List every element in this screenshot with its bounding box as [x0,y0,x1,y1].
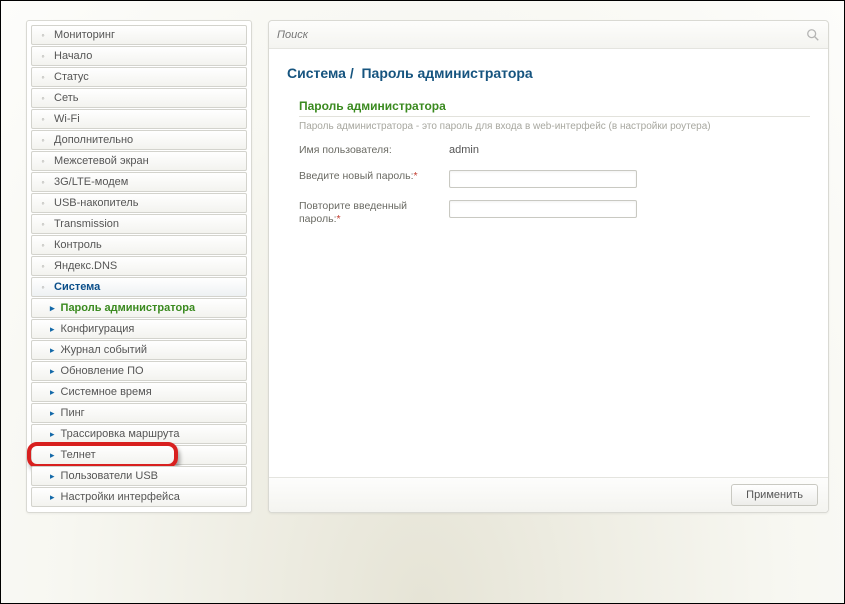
bullet-icon: ◦ [38,261,48,271]
sidebar-subitem-label: Пинг [61,407,85,419]
confirm-label: Повторите введенный пароль:* [299,200,449,227]
sidebar-item-label: 3G/LTE-модем [54,176,128,188]
sidebar-item[interactable]: ◦ Transmission [31,214,247,234]
section-title: Пароль администратора [299,99,810,117]
search-icon [806,28,820,42]
caret-right-icon: ▸ [50,492,55,503]
sidebar-subitem[interactable]: ▸ Конфигурация [31,319,247,339]
caret-right-icon: ▸ [50,471,55,482]
sidebar-item[interactable]: ◦ Контроль [31,235,247,255]
caret-right-icon: ▸ [50,450,55,461]
caret-right-icon: ▸ [50,345,55,356]
bullet-icon: ◦ [38,30,48,40]
sidebar-subitem-label: Пользователи USB [61,470,158,482]
row-newpass: Введите новый пароль:* [299,170,810,188]
sidebar-subitem[interactable]: ▸ Системное время [31,382,247,402]
sidebar-item[interactable]: ◦ Начало [31,46,247,66]
sidebar-subitem[interactable]: ▸ Пользователи USB [31,466,247,486]
sidebar: ◦ Мониторинг ◦ Начало ◦ Статус ◦ Сеть ◦ Wi-Fi ◦ Доп… [26,20,252,513]
sidebar-item[interactable]: ◦ 3G/LTE-модем [31,172,247,192]
sidebar-subitem-label: Настройки интерфейса [61,491,180,503]
breadcrumb-sep: / [350,65,354,81]
sidebar-item-label: Дополнительно [54,134,133,146]
row-confirm: Повторите введенный пароль:* [299,200,810,227]
username-label: Имя пользователя: [299,144,449,158]
caret-right-icon: ▸ [50,429,55,440]
sidebar-subitem[interactable]: ▸ Обновление ПО [31,361,247,381]
sidebar-item[interactable]: ◦ Статус [31,67,247,87]
caret-right-icon: ▸ [50,303,55,314]
bullet-icon: ◦ [38,198,48,208]
caret-right-icon: ▸ [50,387,55,398]
sidebar-subitem[interactable]: ▸ Телнет [31,445,247,465]
sidebar-subitem[interactable]: ▸ Журнал событий [31,340,247,360]
sidebar-item-label: Межсетевой экран [54,155,149,167]
bullet-icon: ◦ [38,51,48,61]
sidebar-item-label: Контроль [54,239,102,251]
bullet-icon: ◦ [38,282,48,292]
caret-right-icon: ▸ [50,324,55,335]
bullet-icon: ◦ [38,135,48,145]
section-desc: Пароль администратора - это пароль для в… [299,121,810,132]
sidebar-item[interactable]: ◦ Сеть [31,88,247,108]
sidebar-item-label: Яндекс.DNS [54,260,117,272]
sidebar-item[interactable]: ◦ Система [31,277,247,297]
breadcrumb: Система / Пароль администратора [287,65,810,81]
breadcrumb-section: Система [287,65,346,81]
panel-footer: Применить [269,477,828,512]
sidebar-item[interactable]: ◦ USB-накопитель [31,193,247,213]
sidebar-item-label: Система [54,281,100,293]
sidebar-subitem[interactable]: ▸ Трассировка маршрута [31,424,247,444]
bullet-icon: ◦ [38,240,48,250]
sidebar-item[interactable]: ◦ Дополнительно [31,130,247,150]
confirm-input[interactable] [449,200,637,218]
sidebar-subitem-label: Журнал событий [61,344,147,356]
sidebar-item[interactable]: ◦ Яндекс.DNS [31,256,247,276]
sidebar-item-label: Сеть [54,92,78,104]
breadcrumb-page: Пароль администратора [361,65,532,81]
sidebar-subitem-label: Обновление ПО [61,365,144,377]
bullet-icon: ◦ [38,219,48,229]
newpass-label: Введите новый пароль:* [299,170,449,184]
sidebar-item-label: Transmission [54,218,119,230]
sidebar-item-label: Мониторинг [54,29,115,41]
sidebar-subitem-label: Системное время [61,386,152,398]
sidebar-subitem-label: Телнет [61,449,96,461]
sidebar-subitem[interactable]: ▸ Настройки интерфейса [31,487,247,507]
apply-button[interactable]: Применить [731,484,818,506]
bullet-icon: ◦ [38,114,48,124]
sidebar-subitem-label: Пароль администратора [61,302,196,314]
sidebar-item-label: USB-накопитель [54,197,138,209]
bullet-icon: ◦ [38,72,48,82]
bullet-icon: ◦ [38,156,48,166]
row-username: Имя пользователя: admin [299,144,810,158]
sidebar-subitem[interactable]: ▸ Пароль администратора [31,298,247,318]
sidebar-subitem[interactable]: ▸ Пинг [31,403,247,423]
bullet-icon: ◦ [38,177,48,187]
sidebar-item-label: Статус [54,71,89,83]
sidebar-item[interactable]: ◦ Межсетевой экран [31,151,247,171]
newpass-input[interactable] [449,170,637,188]
sidebar-item-label: Начало [54,50,92,62]
caret-right-icon: ▸ [50,366,55,377]
caret-right-icon: ▸ [50,408,55,419]
bullet-icon: ◦ [38,93,48,103]
sidebar-item[interactable]: ◦ Мониторинг [31,25,247,45]
main-panel: Система / Пароль администратора Пароль а… [268,20,829,513]
sidebar-item-label: Wi-Fi [54,113,80,125]
sidebar-subitem-label: Конфигурация [61,323,135,335]
search-input[interactable] [277,29,806,41]
sidebar-item[interactable]: ◦ Wi-Fi [31,109,247,129]
search-bar [269,21,828,49]
username-value: admin [449,144,479,156]
sidebar-subitem-label: Трассировка маршрута [61,428,180,440]
